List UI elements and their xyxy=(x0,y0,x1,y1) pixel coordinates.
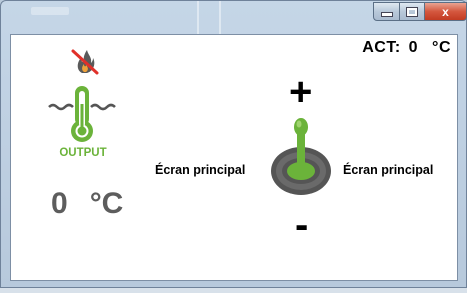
temperature-unit: °C xyxy=(89,187,124,220)
titlebar-divider xyxy=(197,1,199,34)
close-button[interactable]: x xyxy=(424,2,467,21)
maximize-icon xyxy=(406,6,418,17)
decrease-button[interactable]: - xyxy=(295,203,308,248)
act-value: 0 xyxy=(408,39,419,56)
increase-button[interactable]: + xyxy=(289,70,312,115)
main-screen-link-left[interactable]: Écran principal xyxy=(155,163,245,177)
joystick-icon[interactable] xyxy=(268,115,334,197)
taskbar-edge xyxy=(0,288,467,293)
main-screen-link-right[interactable]: Écran principal xyxy=(343,163,433,177)
temperature-value: 0 xyxy=(51,187,68,220)
maximize-button[interactable] xyxy=(399,2,425,21)
thermometer-icon xyxy=(48,86,116,142)
title-bar[interactable]: x xyxy=(1,1,467,34)
app-window: x ACT: 0 °C OUTPUT 0 °C + - Écran princi… xyxy=(0,0,467,288)
close-icon: x xyxy=(442,4,449,19)
act-label: ACT: xyxy=(362,39,401,56)
act-unit: °C xyxy=(432,39,451,56)
minimize-button[interactable] xyxy=(373,2,400,21)
titlebar-divider xyxy=(219,1,221,34)
minimize-icon xyxy=(380,12,393,17)
flame-off-icon xyxy=(71,49,99,75)
title-placeholder xyxy=(31,7,69,15)
main-panel: ACT: 0 °C OUTPUT 0 °C + - Écran principal É… xyxy=(10,34,458,281)
output-temperature: 0 °C xyxy=(51,187,123,221)
output-label: OUTPUT xyxy=(59,147,107,159)
actual-temperature-readout: ACT: 0 °C xyxy=(362,39,451,57)
